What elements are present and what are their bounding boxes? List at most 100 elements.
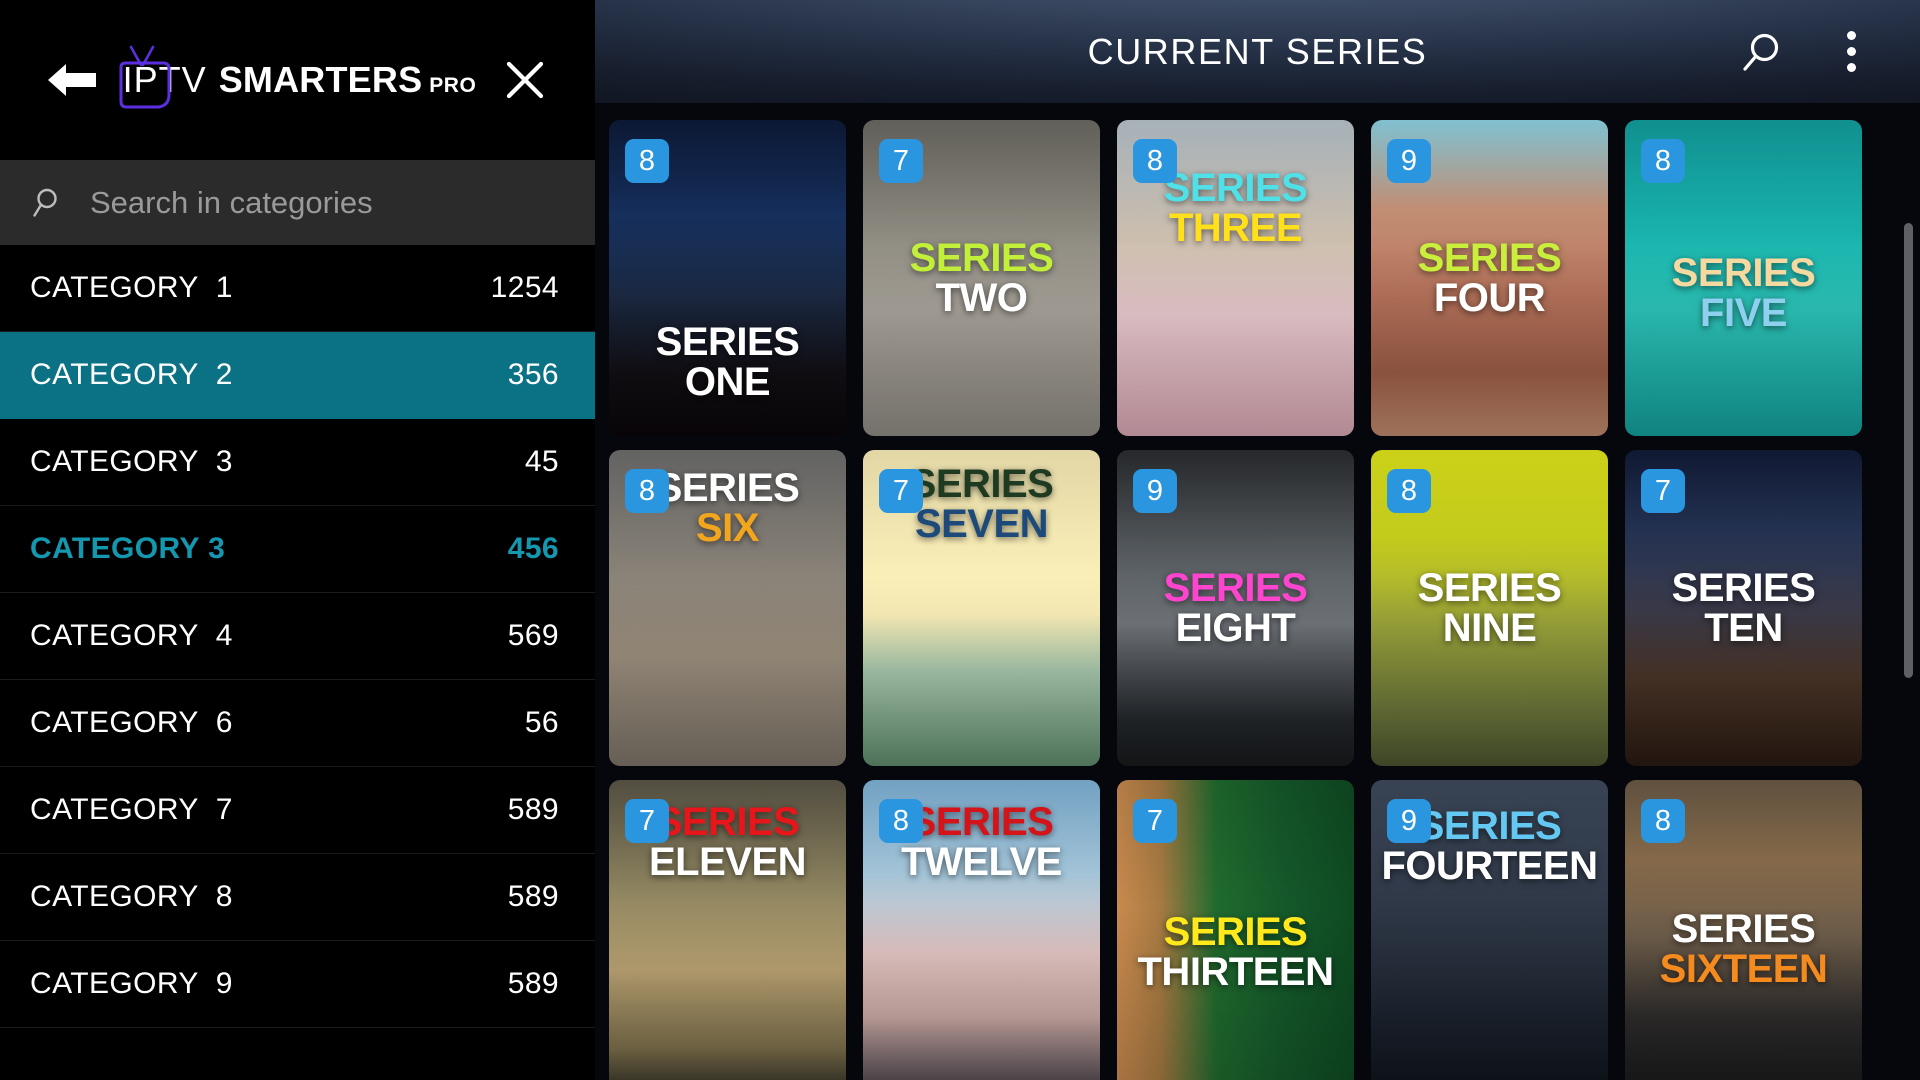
series-card[interactable]: 7 SERIES SEVEN: [863, 450, 1100, 766]
series-card[interactable]: 8 SERIES ONE: [609, 120, 846, 436]
series-title-line2: FOURTEEN: [1381, 844, 1599, 888]
series-card[interactable]: 8 SERIES THREE: [1117, 120, 1354, 436]
rating-badge: 9: [1387, 139, 1431, 183]
search-input[interactable]: [84, 184, 595, 221]
scrollbar-thumb[interactable]: [1904, 223, 1913, 678]
category-count: 456: [507, 532, 559, 565]
rating-badge: 9: [1133, 469, 1177, 513]
rating-badge: 8: [625, 139, 669, 183]
series-title-line2: THREE: [1168, 206, 1303, 250]
rating-badge: 8: [1387, 469, 1431, 513]
series-title: SERIES ONE: [609, 322, 846, 436]
category-row[interactable]: CATEGORY 3 456: [0, 506, 595, 593]
category-count: 589: [507, 793, 559, 826]
series-card[interactable]: 7 SERIES TWO: [863, 120, 1100, 436]
series-title: SERIES EIGHT: [1117, 568, 1354, 648]
category-count: 589: [507, 967, 559, 1000]
rating-badge: 7: [1641, 469, 1685, 513]
series-card[interactable]: 8 SERIES FIVE: [1625, 120, 1862, 436]
series-card[interactable]: 7 SERIES TEN: [1625, 450, 1862, 766]
series-title: SERIES FOUR: [1371, 238, 1608, 318]
category-name: CATEGORY 2: [30, 358, 233, 391]
series-title-line2: ELEVEN: [648, 840, 807, 884]
series-title-line1: SERIES: [1163, 910, 1308, 954]
category-name: CATEGORY 3: [30, 445, 233, 478]
top-app-bar: CURRENT SERIES: [595, 0, 1920, 103]
logo-text-smarters: SMARTERS: [218, 59, 423, 100]
category-count: 45: [524, 445, 559, 478]
main-content: CURRENT SERIES 8 SERIES ONE 7 SERIES TWO 8 SERI…: [595, 0, 1920, 1080]
series-card[interactable]: 7 SERIES THIRTEEN: [1117, 780, 1354, 1080]
rating-badge: 8: [1133, 139, 1177, 183]
category-search-bar[interactable]: [0, 160, 595, 245]
series-title: SERIES FIVE: [1625, 223, 1862, 333]
back-arrow-icon[interactable]: [34, 42, 110, 118]
series-title-line2: THIRTEEN: [1137, 950, 1335, 994]
series-card[interactable]: 8 SERIES TWELVE: [863, 780, 1100, 1080]
series-title: SERIES THIRTEEN: [1117, 884, 1354, 992]
series-title-line2: NINE: [1442, 606, 1537, 650]
series-title-line1: SERIES: [1417, 236, 1562, 280]
logo-text-pro: PRO: [429, 74, 477, 97]
top-bar-actions: [1732, 21, 1920, 83]
category-row[interactable]: CATEGORY 2 356: [0, 332, 595, 419]
category-name: CATEGORY 6: [30, 706, 233, 739]
rating-badge: 7: [879, 139, 923, 183]
vertical-scrollbar[interactable]: [1904, 223, 1913, 1080]
category-count: 569: [507, 619, 559, 652]
category-row[interactable]: CATEGORY 9 589: [0, 941, 595, 1028]
series-card[interactable]: 9 SERIES FOURTEEN: [1371, 780, 1608, 1080]
series-card[interactable]: 8 SERIES NINE: [1371, 450, 1608, 766]
series-title-line1: SERIES: [1671, 566, 1816, 610]
category-list[interactable]: CATEGORY 1 1254 CATEGORY 2 356 CATEGORY 3 45 C…: [0, 245, 595, 1080]
series-card[interactable]: 8 SERIES SIX: [609, 450, 846, 766]
category-row[interactable]: CATEGORY 1 1254: [0, 245, 595, 332]
series-title-line2: TEN: [1704, 606, 1783, 650]
series-title-line2: FOUR: [1433, 276, 1546, 320]
page-title: CURRENT SERIES: [1087, 30, 1428, 72]
category-row[interactable]: CATEGORY 7 589: [0, 767, 595, 854]
series-title: SERIES TEN: [1625, 568, 1862, 648]
series-title-line2: FIVE: [1700, 291, 1787, 335]
rating-badge: 7: [1133, 799, 1177, 843]
series-title-line2: EIGHT: [1175, 606, 1296, 650]
category-row[interactable]: CATEGORY 4 569: [0, 593, 595, 680]
category-name: CATEGORY 3: [30, 532, 226, 565]
category-row[interactable]: CATEGORY 3 45: [0, 419, 595, 506]
category-name: CATEGORY 7: [30, 793, 233, 826]
series-title: SERIES SIXTEEN: [1625, 887, 1862, 989]
series-card[interactable]: 7 SERIES ELEVEN: [609, 780, 846, 1080]
series-title-line2: ONE: [684, 360, 771, 404]
category-name: CATEGORY 8: [30, 880, 233, 913]
rating-badge: 8: [1641, 799, 1685, 843]
series-grid-container: 8 SERIES ONE 7 SERIES TWO 8 SERIES THREE 9 SERIES F…: [595, 103, 1920, 1080]
app-root: IPTV SMARTERS PRO CATEG: [0, 0, 1920, 1080]
series-title-line2: TWELVE: [901, 840, 1062, 884]
categories-sidebar: IPTV SMARTERS PRO CATEG: [0, 0, 595, 1080]
category-name: CATEGORY 4: [30, 619, 233, 652]
category-row[interactable]: CATEGORY 8 589: [0, 854, 595, 941]
series-card[interactable]: 8 SERIES SIXTEEN: [1625, 780, 1862, 1080]
series-title-line1: SERIES: [1163, 566, 1308, 610]
series-title-line1: SERIES: [1671, 251, 1816, 295]
more-vertical-icon[interactable]: [1820, 21, 1882, 83]
rating-badge: 8: [1641, 139, 1685, 183]
series-grid[interactable]: 8 SERIES ONE 7 SERIES TWO 8 SERIES THREE 9 SERIES F…: [595, 120, 1920, 1080]
overflow-dots: [1846, 31, 1856, 72]
series-title-line1: SERIES: [655, 320, 800, 364]
rating-badge: 7: [879, 469, 923, 513]
series-title: SERIES NINE: [1371, 568, 1608, 648]
rating-badge: 7: [625, 799, 669, 843]
search-icon[interactable]: [1732, 21, 1794, 83]
series-card[interactable]: 9 SERIES EIGHT: [1117, 450, 1354, 766]
category-row[interactable]: CATEGORY 6 56: [0, 680, 595, 767]
series-title: SERIES TWO: [863, 238, 1100, 318]
close-icon[interactable]: [489, 44, 561, 116]
series-card[interactable]: 9 SERIES FOUR: [1371, 120, 1608, 436]
category-count: 356: [507, 358, 559, 391]
rating-badge: 8: [625, 469, 669, 513]
series-title-line2: SIX: [696, 506, 759, 550]
rating-badge: 9: [1387, 799, 1431, 843]
tv-logo-icon: [111, 43, 177, 117]
category-name: CATEGORY 9: [30, 967, 233, 1000]
